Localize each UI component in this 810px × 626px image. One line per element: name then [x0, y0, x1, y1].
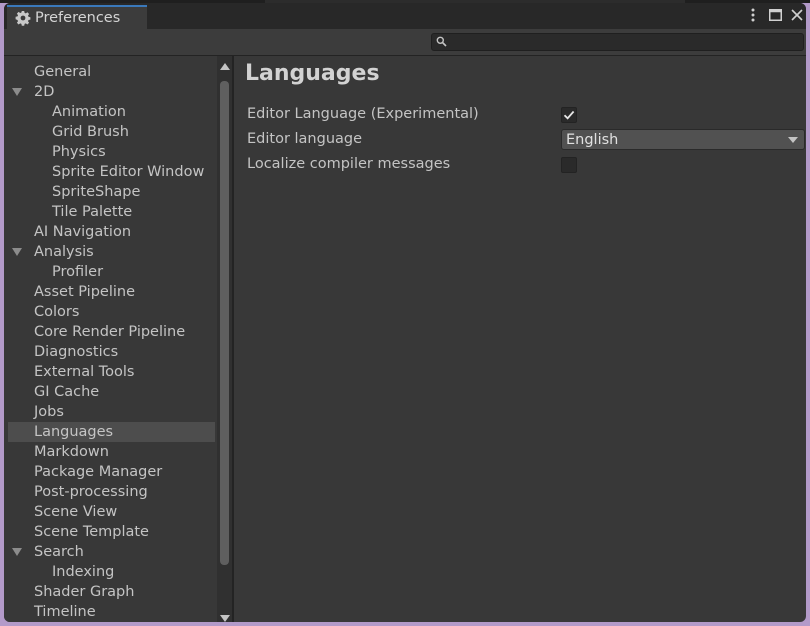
sidebar-item-label: Diagnostics	[34, 344, 119, 360]
sidebar-item[interactable]: Timeline	[8, 602, 215, 622]
foldout-arrow-icon[interactable]	[12, 548, 22, 556]
localize-compiler-messages-checkbox[interactable]	[561, 157, 577, 173]
sidebar-item[interactable]: Tile Palette	[8, 202, 215, 222]
sidebar-item[interactable]: Analysis	[8, 242, 215, 262]
gear-icon	[15, 11, 31, 26]
settings-panel: Languages Editor Language (Experimental)…	[234, 56, 806, 622]
tab-bar: Preferences	[4, 3, 806, 29]
sidebar-item-label: Package Manager	[34, 464, 163, 480]
sidebar-item-label: External Tools	[34, 364, 135, 380]
sidebar-item[interactable]: Shader Graph	[8, 582, 215, 602]
sidebar-item[interactable]: Diagnostics	[8, 342, 215, 362]
sidebar-item-label: AI Navigation	[34, 224, 132, 240]
editor-language-dropdown[interactable]: English	[561, 129, 805, 150]
sidebar-item-label: Core Render Pipeline	[34, 324, 186, 340]
sidebar-item[interactable]: Physics	[8, 142, 215, 162]
sidebar-item[interactable]: Animation	[8, 102, 215, 122]
tab-title: Preferences	[35, 10, 121, 26]
sidebar-item-label: General	[34, 64, 92, 80]
sidebar-item[interactable]: Indexing	[8, 562, 215, 582]
setting-label: Editor language	[247, 131, 363, 147]
scroll-down-arrow-icon[interactable]	[220, 615, 230, 622]
sidebar-item[interactable]: Colors	[8, 302, 215, 322]
setting-label: Editor Language (Experimental)	[247, 106, 479, 122]
sidebar-item-label: Profiler	[52, 264, 104, 280]
sidebar-item-label: Jobs	[34, 404, 64, 420]
foldout-arrow-icon[interactable]	[12, 88, 22, 96]
sidebar-item[interactable]: SpriteShape	[8, 182, 215, 202]
sidebar-item[interactable]: Scene Template	[8, 522, 215, 542]
preferences-sidebar: General 2D Animation Grid Brush Physics Sprit…	[4, 56, 232, 622]
sidebar-item-label: Animation	[52, 104, 126, 120]
sidebar-item[interactable]: Scene View	[8, 502, 215, 522]
sidebar-item[interactable]: Profiler	[8, 262, 215, 282]
sidebar-item[interactable]: GI Cache	[8, 382, 215, 402]
setting-row-editor-language: Editor language	[247, 129, 362, 149]
more-options-icon[interactable]	[746, 7, 760, 23]
sidebar-item[interactable]: Asset Pipeline	[8, 282, 215, 302]
sidebar-item-label: Scene View	[34, 504, 118, 520]
sidebar-item[interactable]: Post-processing	[8, 482, 215, 502]
search-icon	[436, 36, 447, 47]
sidebar-item-label: Scene Template	[34, 524, 149, 540]
search-input[interactable]	[450, 34, 800, 50]
sidebar-item-label: Indexing	[52, 564, 115, 580]
sidebar-item-label: GI Cache	[34, 384, 100, 400]
tab-preferences[interactable]: Preferences	[7, 5, 147, 29]
sidebar-item-label: Languages	[34, 424, 114, 440]
setting-label: Localize compiler messages	[247, 156, 451, 172]
sidebar-item-label: Colors	[34, 304, 80, 320]
sidebar-item[interactable]: AI Navigation	[8, 222, 215, 242]
sidebar-item[interactable]: External Tools	[8, 362, 215, 382]
sidebar-item-label: Markdown	[34, 444, 109, 460]
sidebar-item[interactable]: Markdown	[8, 442, 215, 462]
editor-language-experimental-checkbox[interactable]	[561, 107, 577, 123]
sidebar-item-label: Grid Brush	[52, 124, 129, 140]
checkmark-icon	[563, 110, 575, 120]
sidebar-item-label: Post-processing	[34, 484, 148, 500]
preferences-window: Preferences General 2D Animation Grid Brush…	[4, 3, 806, 622]
sidebar-item-label: Asset Pipeline	[34, 284, 135, 300]
dropdown-value: English	[566, 131, 619, 148]
sidebar-scrollbar[interactable]	[217, 56, 232, 622]
sidebar-item-label: Tile Palette	[52, 204, 133, 220]
setting-row-localize-compiler-messages: Localize compiler messages	[247, 154, 450, 174]
foldout-arrow-icon[interactable]	[12, 248, 22, 256]
sidebar-item-label: Shader Graph	[34, 584, 135, 600]
sidebar-item[interactable]: Grid Brush	[8, 122, 215, 142]
sidebar-item[interactable]: Languages	[8, 422, 215, 442]
sidebar-item-label: SpriteShape	[52, 184, 141, 200]
sidebar-item[interactable]: General	[8, 62, 215, 82]
sidebar-item[interactable]: Package Manager	[8, 462, 215, 482]
sidebar-item-label: Physics	[52, 144, 106, 160]
maximize-icon[interactable]	[768, 7, 782, 23]
sidebar-item[interactable]: Sprite Editor Window	[8, 162, 215, 182]
chevron-down-icon	[788, 137, 798, 143]
scrollbar-thumb[interactable]	[220, 81, 229, 565]
setting-row-editor-language-experimental: Editor Language (Experimental)	[247, 104, 479, 124]
sidebar-item-label: Timeline	[34, 604, 96, 620]
close-icon[interactable]	[790, 7, 804, 23]
sidebar-item[interactable]: Jobs	[8, 402, 215, 422]
sidebar-item[interactable]: Search	[8, 542, 215, 562]
scroll-up-arrow-icon[interactable]	[220, 63, 230, 70]
sidebar-item[interactable]: Core Render Pipeline	[8, 322, 215, 342]
sidebar-item-label: Sprite Editor Window	[52, 164, 205, 180]
toolbar	[4, 29, 806, 56]
sidebar-item[interactable]: 2D	[8, 82, 215, 102]
page-title: Languages	[245, 61, 380, 86]
window-controls	[746, 7, 804, 23]
search-field[interactable]	[431, 33, 804, 51]
